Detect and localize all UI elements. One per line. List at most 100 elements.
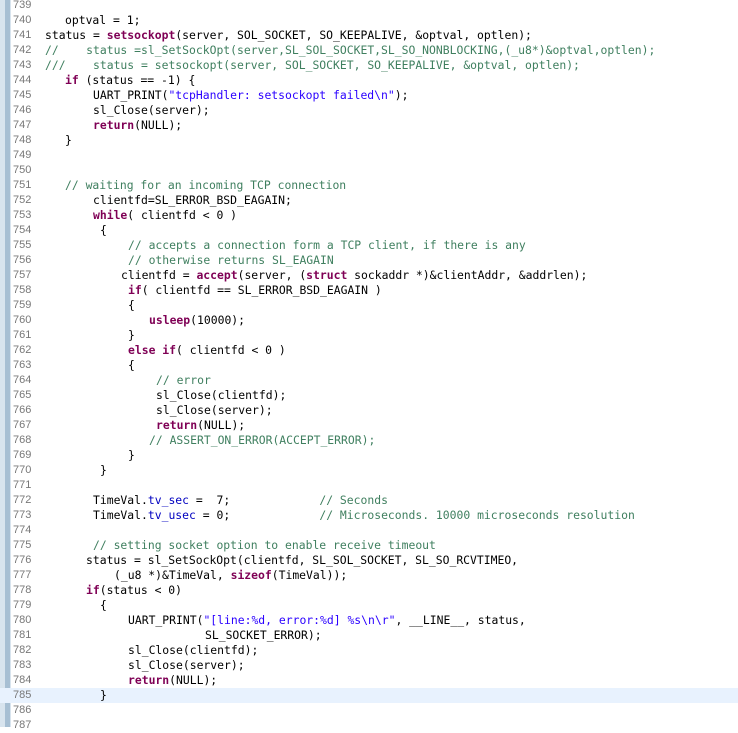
comment-token: // setting socket option to enable recei… [93,538,436,552]
code-line[interactable]: 746 sl_Close(server); [0,103,738,118]
line-code: (_u8 *)&TimeVal, sizeof(TimeVal)); [114,568,347,583]
code-token: clientfd=SL_ERROR_BSD_EAGAIN; [93,193,292,207]
comment-token: // Microseconds. 10000 microseconds reso… [319,508,635,522]
code-line[interactable]: 773 TimeVal.tv_usec = 0; // Microseconds.… [0,508,738,523]
line-number: 779 [13,599,32,611]
code-line[interactable]: 763 { [0,358,738,373]
line-number: 744 [13,74,32,86]
code-line[interactable]: 755 // accepts a connection form a TCP cl… [0,238,738,253]
line-number: 775 [13,539,32,551]
code-line[interactable]: 741 status = setsockopt(server, SOL_SOCKE… [0,28,738,43]
comment-token: // error [156,373,211,387]
code-line[interactable]: 758 if( clientfd == SL_ERROR_BSD_EAGAIN ) [0,283,738,298]
code-line[interactable]: 780 UART_PRINT("[line:%d, error:%d] %s\n\… [0,613,738,628]
line-number: 758 [13,284,32,296]
code-line[interactable]: 764 // error [0,373,738,388]
code-line[interactable]: 740 optval = 1; [0,13,738,28]
line-number: 745 [13,89,32,101]
code-line[interactable]: 739 [0,0,738,13]
code-line[interactable]: 749 [0,148,738,163]
code-line[interactable]: 776 status = sl_SetSockOpt(clientfd, SL_S… [0,553,738,568]
code-line[interactable]: 742 // status =sl_SetSockOpt(server,SL_SO… [0,43,738,58]
line-code: sl_Close(server); [128,658,245,673]
code-line[interactable]: 770} [0,463,738,478]
code-token: status = sl_SetSockOpt(clientfd, SL_SOL_… [86,553,519,567]
line-code: sl_Close(clientfd); [128,643,258,658]
code-line[interactable]: 760 usleep(10000); [0,313,738,328]
code-line[interactable]: 761} [0,328,738,343]
code-token: sl_Close(server); [128,658,245,672]
code-line[interactable]: 777 (_u8 *)&TimeVal, sizeof(TimeVal)); [0,568,738,583]
code-line[interactable]: 756 // otherwise returns SL_EAGAIN [0,253,738,268]
comment-token: // waiting for an incoming TCP connectio… [65,178,347,192]
line-number: 776 [13,554,32,566]
code-line[interactable]: 767 return(NULL); [0,418,738,433]
code-token: , __LINE__, status, [395,613,526,627]
code-token: sl_Close(server); [156,403,273,417]
code-token: sl_Close(clientfd); [128,643,259,657]
code-line[interactable]: 779 { [0,598,738,613]
code-line[interactable]: 757 clientfd = accept(server, (struct soc… [0,268,738,283]
code-token: (status < 0) [99,583,183,597]
code-line[interactable]: 768 // ASSERT_ON_ERROR(ACCEPT_ERROR); [0,433,738,448]
code-token: UART_PRINT( [128,613,204,627]
code-line[interactable]: 784 return(NULL); [0,673,738,688]
string-token: "[line:%d, error:%d] %s\n\r" [203,613,396,627]
code-line[interactable]: 748} [0,133,738,148]
code-line[interactable]: 772 TimeVal.tv_sec = 7; // Seconds [0,493,738,508]
code-token: TimeVal. [93,493,148,507]
line-code: if (status == -1) { [65,73,195,88]
code-token: (server, ( [237,268,307,282]
line-code: // ASSERT_ON_ERROR(ACCEPT_ERROR); [149,433,375,448]
line-code: } [128,448,135,463]
code-line[interactable]: 785} [0,688,738,703]
code-token: ( clientfd < 0 ) [176,343,286,357]
code-line[interactable]: 752 clientfd=SL_ERROR_BSD_EAGAIN; [0,193,738,208]
code-line[interactable]: 783 sl_Close(server); [0,658,738,673]
line-number: 749 [13,149,32,161]
code-line[interactable]: 754 { [0,223,738,238]
code-token: optval = 1; [65,13,141,27]
line-code: return(NULL); [128,673,217,688]
code-line[interactable]: 745 UART_PRINT("tcpHandler: setsockopt fa… [0,88,738,103]
code-line[interactable]: 781 SL_SOCKET_ERROR); [0,628,738,643]
code-line[interactable]: 751 // waiting for an incoming TCP connec… [0,178,738,193]
code-line[interactable]: 747 return(NULL); [0,118,738,133]
code-line[interactable]: 753 while( clientfd < 0 ) [0,208,738,223]
code-token: SL_SOCKET_ERROR); [205,628,322,642]
code-line[interactable]: 744 if (status == -1) { [0,73,738,88]
code-line[interactable]: 782 sl_Close(clientfd); [0,643,738,658]
code-line[interactable]: 743 /// status = setsockopt(server, SOL_S… [0,58,738,73]
code-line[interactable]: 778 if(status < 0) [0,583,738,598]
line-code: optval = 1; [65,13,140,28]
string-token: "tcpHandler: setsockopt failed\n" [168,88,395,102]
code-line[interactable]: 771 [0,478,738,493]
code-line[interactable]: 759 { [0,298,738,313]
line-code: { [100,223,107,238]
code-token: { [128,298,135,312]
line-code: } [100,688,107,703]
code-line[interactable]: 786 [0,703,738,718]
line-code: while( clientfd < 0 ) [93,208,237,223]
line-number: 770 [13,464,32,476]
line-number: 754 [13,224,32,236]
line-number: 786 [13,704,32,716]
keyword-token: usleep [149,313,191,327]
code-line[interactable]: 766 sl_Close(server); [0,403,738,418]
line-number: 767 [13,419,32,431]
line-number: 773 [13,509,32,521]
code-line[interactable]: 750 [0,163,738,178]
code-line[interactable]: 762 else if( clientfd < 0 ) [0,343,738,358]
code-line[interactable]: 774 [0,523,738,538]
code-token: } [128,448,135,462]
line-code: // error [156,373,211,388]
code-line[interactable]: 787 [0,718,738,733]
code-token: ( clientfd < 0 ) [127,208,238,222]
code-editor[interactable]: 739 740 optval = 1; 741 status = setsockopt(… [0,0,738,731]
field-token: tv_sec [147,493,190,507]
code-line[interactable]: 775 // setting socket option to enable re… [0,538,738,553]
code-token: { [100,598,107,612]
code-line[interactable]: 769} [0,448,738,463]
line-code: usleep(10000); [149,313,245,328]
code-line[interactable]: 765 sl_Close(clientfd); [0,388,738,403]
